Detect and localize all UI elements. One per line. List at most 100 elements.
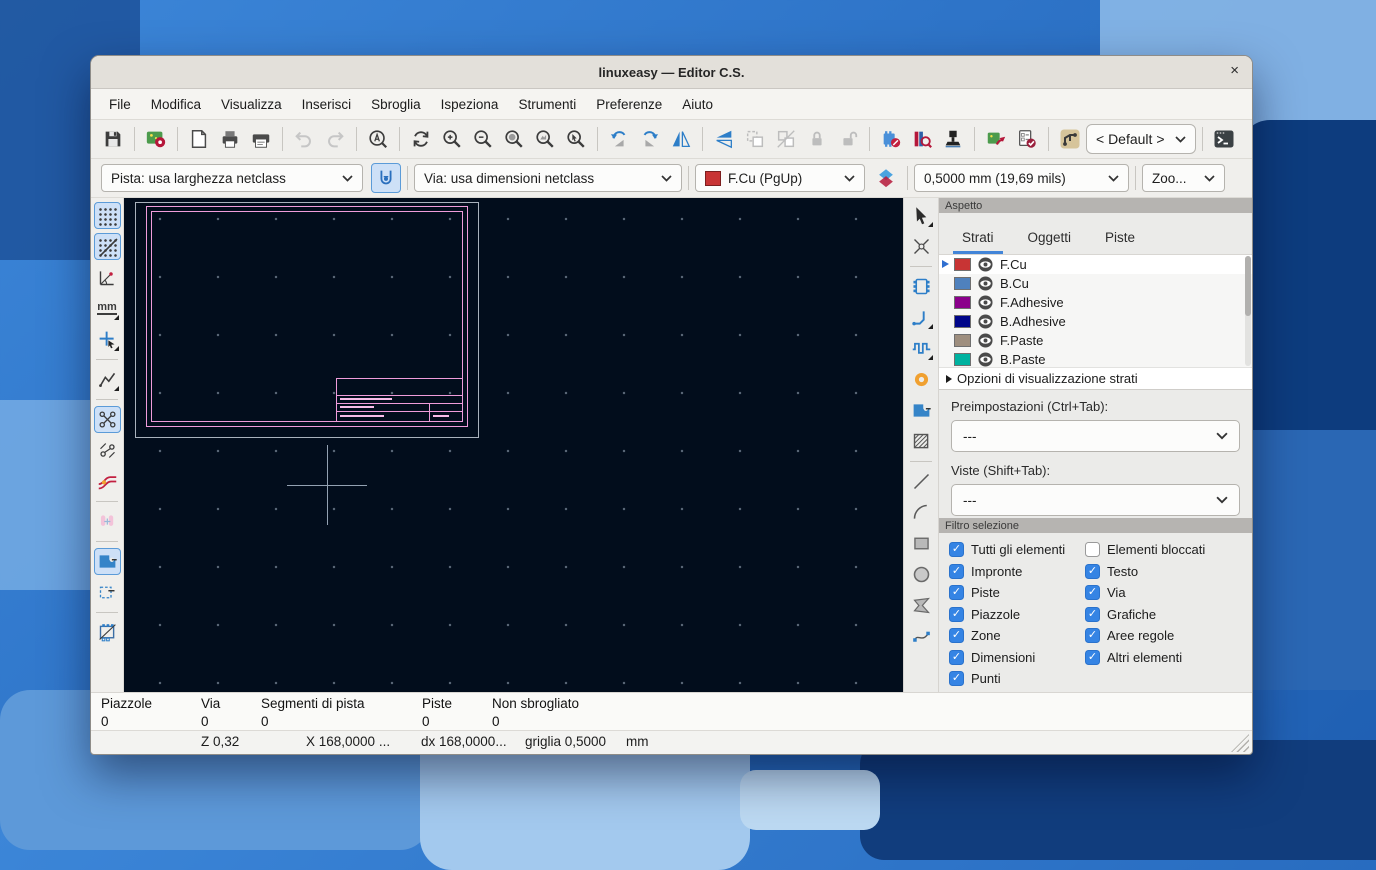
sketch-pads-button[interactable] (94, 508, 121, 535)
draw-bezier-button[interactable] (908, 623, 935, 650)
ratsnest-mode-button[interactable] (94, 366, 121, 393)
checkbox-icon[interactable] (949, 542, 964, 557)
layer-pair-button[interactable] (871, 163, 901, 193)
add-zone-button[interactable] (908, 397, 935, 424)
layer-row[interactable]: B.Adhesive (939, 312, 1252, 331)
rotate-cw-button[interactable] (635, 124, 665, 154)
filter-checkbox[interactable]: Impronte (949, 563, 1085, 579)
checkbox-icon[interactable] (949, 606, 964, 622)
layer-color-swatch[interactable] (954, 258, 971, 271)
layer-color-swatch[interactable] (954, 315, 971, 328)
layer-row[interactable]: B.Cu (939, 274, 1252, 293)
grid-override-button[interactable] (93, 233, 121, 260)
filter-checkbox[interactable]: Elementi bloccati (1085, 542, 1242, 557)
footprint-editor-button[interactable] (876, 124, 906, 154)
filter-checkbox[interactable]: Tutti gli elementi (949, 542, 1085, 557)
layer-row[interactable]: F.Adhesive (939, 293, 1252, 312)
plot-button[interactable] (246, 124, 276, 154)
add-rule-area-button[interactable] (908, 428, 935, 455)
mirror-vertical-button[interactable] (709, 124, 739, 154)
checkbox-icon[interactable] (1085, 563, 1100, 579)
route-tracks-button[interactable] (908, 304, 935, 331)
filter-checkbox[interactable]: Piste (949, 585, 1085, 600)
net-inspector-button[interactable] (1055, 124, 1085, 154)
filter-checkbox[interactable]: Dimensioni (949, 649, 1085, 665)
units-button[interactable]: mm (94, 295, 121, 322)
checkbox-icon[interactable] (1085, 649, 1100, 665)
draw-arc-button[interactable] (908, 499, 935, 526)
undo-button[interactable] (289, 124, 319, 154)
footprint-viewer-button[interactable] (938, 124, 968, 154)
layer-color-swatch[interactable] (954, 353, 971, 366)
draw-circle-button[interactable] (908, 561, 935, 588)
unlock-button[interactable] (833, 124, 863, 154)
menu-inserisci[interactable]: Inserisci (292, 97, 362, 112)
curved-tracks-button[interactable] (94, 468, 121, 495)
cursor-shape-button[interactable] (94, 326, 121, 353)
zone-fill-mode-button[interactable] (93, 548, 121, 575)
track-width-dropdown[interactable]: Pista: usa larghezza netclass (101, 164, 363, 192)
filter-checkbox[interactable]: Zone (949, 628, 1085, 643)
layer-color-swatch[interactable] (954, 296, 971, 309)
close-button[interactable]: × (1230, 62, 1239, 80)
zone-outline-mode-button[interactable] (94, 579, 121, 606)
checkbox-icon[interactable] (949, 649, 964, 665)
menu-aiuto[interactable]: Aiuto (672, 97, 723, 112)
lock-button[interactable] (802, 124, 832, 154)
views-dropdown[interactable]: --- (951, 484, 1240, 516)
pcb-canvas[interactable] (124, 198, 903, 692)
checkbox-icon[interactable] (949, 563, 964, 579)
select-tool-button[interactable] (908, 202, 935, 229)
zoom-dropdown[interactable]: Zoo... (1142, 164, 1225, 192)
local-ratsnest-button[interactable] (94, 437, 121, 464)
show-ratsnest-button[interactable] (93, 406, 121, 433)
presets-dropdown[interactable]: --- (951, 420, 1240, 452)
footprint-browser-button[interactable] (907, 124, 937, 154)
checkbox-icon[interactable] (949, 585, 964, 600)
visibility-eye-icon[interactable] (978, 295, 993, 310)
find-button[interactable] (363, 124, 393, 154)
scrollbar-thumb[interactable] (1245, 256, 1251, 316)
scripting-console-button[interactable] (1209, 124, 1239, 154)
group-button[interactable] (740, 124, 770, 154)
menu-file[interactable]: File (99, 97, 141, 112)
visibility-eye-icon[interactable] (978, 314, 993, 329)
sketch-footprints-button[interactable] (94, 619, 121, 646)
layers-scrollbar[interactable] (1245, 256, 1251, 366)
zoom-fit-objects-button[interactable] (530, 124, 560, 154)
mirror-horizontal-button[interactable] (666, 124, 696, 154)
page-settings-button[interactable] (184, 124, 214, 154)
draw-polygon-button[interactable] (908, 592, 935, 619)
grid-dropdown[interactable]: 0,5000 mm (19,69 mils) (914, 164, 1129, 192)
tab-strati[interactable]: Strati (945, 221, 1011, 254)
refresh-button[interactable] (406, 124, 436, 154)
visibility-eye-icon[interactable] (978, 333, 993, 348)
menu-modifica[interactable]: Modifica (141, 97, 211, 112)
highlight-net-button[interactable] (908, 233, 935, 260)
add-via-button[interactable] (908, 366, 935, 393)
checkbox-icon[interactable] (1085, 542, 1100, 557)
visibility-eye-icon[interactable] (978, 352, 993, 367)
update-pcb-button[interactable] (981, 124, 1011, 154)
board-setup-button[interactable] (141, 124, 171, 154)
layer-row[interactable]: F.Paste (939, 331, 1252, 350)
menu-sbroglia[interactable]: Sbroglia (361, 97, 431, 112)
ungroup-button[interactable] (771, 124, 801, 154)
auto-track-width-button[interactable] (371, 163, 401, 193)
grid-visibility-button[interactable] (93, 202, 121, 229)
draw-rectangle-button[interactable] (908, 530, 935, 557)
add-footprint-button[interactable] (908, 273, 935, 300)
checkbox-icon[interactable] (1085, 628, 1100, 643)
filter-checkbox[interactable]: Via (1085, 585, 1242, 600)
zoom-in-button[interactable] (437, 124, 467, 154)
tab-piste[interactable]: Piste (1088, 221, 1152, 254)
filter-checkbox[interactable]: Aree regole (1085, 628, 1242, 643)
menu-visualizza[interactable]: Visualizza (211, 97, 292, 112)
print-button[interactable] (215, 124, 245, 154)
netclass-dropdown[interactable]: < Default > (1086, 124, 1196, 154)
zoom-out-button[interactable] (468, 124, 498, 154)
layer-color-swatch[interactable] (954, 277, 971, 290)
filter-checkbox[interactable]: Testo (1085, 563, 1242, 579)
checkbox-icon[interactable] (949, 628, 964, 643)
tune-length-button[interactable] (908, 335, 935, 362)
